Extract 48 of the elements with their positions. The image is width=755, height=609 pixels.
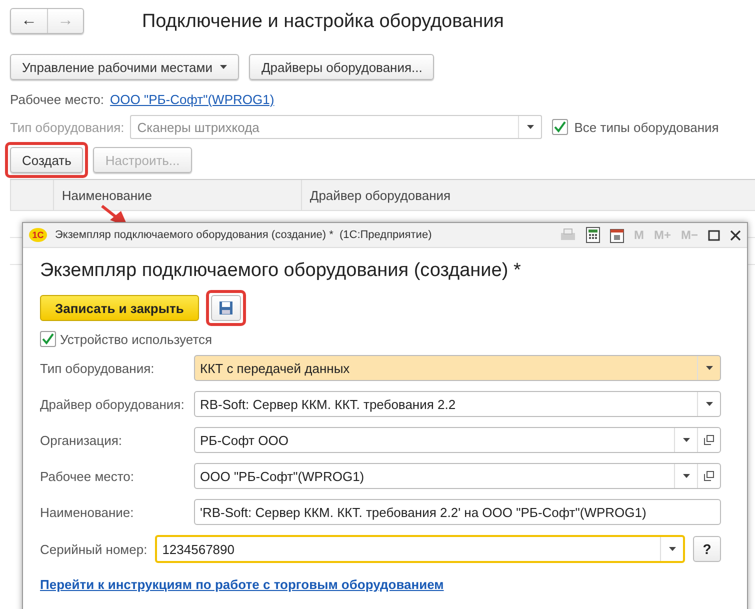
input-field[interactable]: 1234567890 bbox=[155, 535, 685, 563]
field-label: Тип оборудования: bbox=[40, 360, 156, 376]
input-field[interactable]: ООО "РБ-Софт"(WPROG1) bbox=[194, 463, 721, 489]
input-field[interactable]: 'RB-Soft: Сервер ККМ. ККТ. требования 2.2' на ООО "РБ-Софт"(WPROG1) bbox=[194, 499, 721, 525]
checkbox-label: Все типы оборудования bbox=[574, 120, 719, 134]
toolbar-button[interactable]: Управление рабочими местами bbox=[10, 54, 240, 80]
app-logo: 1С bbox=[29, 228, 47, 242]
open-window-icon[interactable] bbox=[704, 435, 714, 445]
instructions-link[interactable]: Перейти к инструкциям по работе с торговым оборудованием bbox=[40, 577, 444, 592]
caret-icon bbox=[526, 125, 534, 129]
checkbox-label: Устройство используется bbox=[60, 332, 212, 346]
window-title: Экземпляр подключаемого оборудования (создание) * (1С:Предприятие) bbox=[55, 229, 433, 241]
field-label: Серийный номер: bbox=[40, 542, 148, 556]
input-field[interactable]: ККТ с передачей данных bbox=[194, 355, 721, 381]
field-label: Тип оборудования: bbox=[10, 120, 124, 134]
maximize-icon[interactable] bbox=[708, 230, 720, 240]
caret-icon bbox=[682, 474, 690, 478]
toolbar-button[interactable]: Драйверы оборудования... bbox=[249, 54, 434, 80]
caret-icon bbox=[706, 402, 712, 406]
dialog-heading: Экземпляр подключаемого оборудования (создание) * bbox=[40, 260, 522, 282]
open-window-icon[interactable] bbox=[704, 471, 714, 481]
calendar-icon[interactable] bbox=[610, 227, 624, 243]
field-label: Рабочее место: bbox=[40, 468, 136, 484]
column-header[interactable]: Драйвер оборудования bbox=[300, 180, 755, 210]
column-header[interactable]: Наименование bbox=[52, 180, 301, 210]
page-title: Подключение и настройка оборудования bbox=[142, 11, 504, 33]
checkmark-icon bbox=[42, 333, 54, 345]
input-field[interactable]: РБ-Софт ООО bbox=[194, 427, 721, 453]
caret-icon bbox=[668, 547, 676, 551]
close-icon[interactable] bbox=[730, 230, 741, 240]
calculator-icon[interactable] bbox=[586, 227, 600, 243]
checkbox[interactable] bbox=[40, 331, 56, 347]
input-field[interactable]: RB-Soft: Сервер ККМ. ККТ. требования 2.2 bbox=[194, 391, 721, 417]
field-label: Драйвер оборудования: bbox=[40, 396, 186, 412]
action-button[interactable]: Создать bbox=[10, 147, 84, 173]
save-close-button[interactable]: Записать и закрыть bbox=[40, 295, 199, 321]
field-label: Организация: bbox=[40, 432, 124, 448]
caret-icon bbox=[220, 65, 228, 69]
checkbox[interactable] bbox=[552, 119, 568, 135]
back-button[interactable]: ← bbox=[11, 9, 47, 33]
caret-icon bbox=[682, 438, 690, 442]
workplace-link[interactable]: ООО "РБ-Софт"(WPROG1) bbox=[110, 92, 274, 107]
caret-icon bbox=[706, 366, 712, 370]
checkmark-icon bbox=[554, 121, 566, 133]
help-button[interactable]: ? bbox=[693, 536, 721, 562]
workplace-label: Рабочее место: bbox=[10, 92, 104, 107]
field-label: Наименование: bbox=[40, 504, 135, 520]
save-button[interactable] bbox=[210, 295, 241, 321]
